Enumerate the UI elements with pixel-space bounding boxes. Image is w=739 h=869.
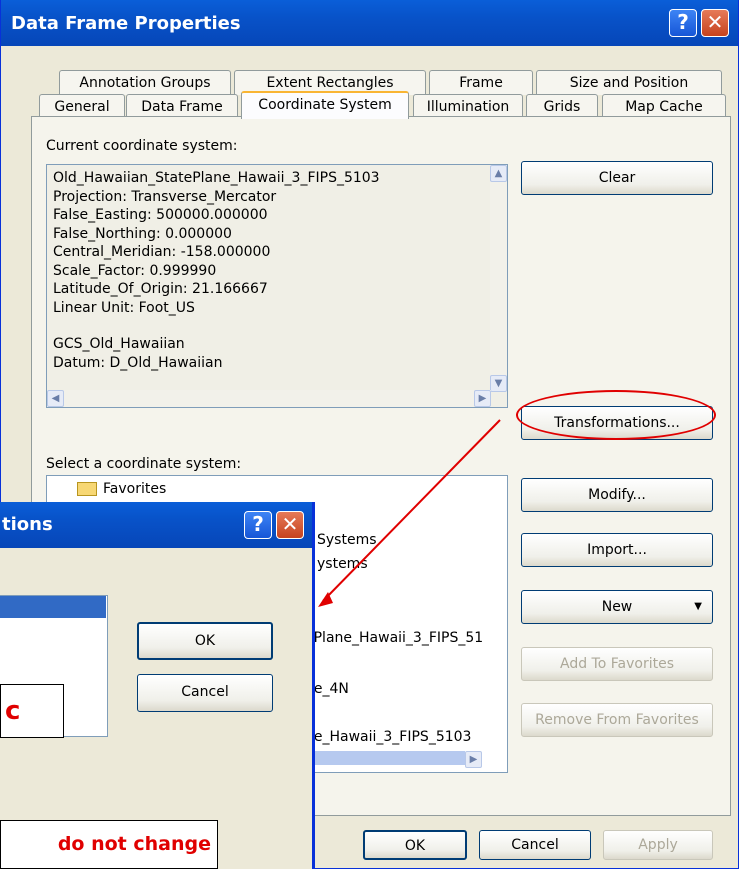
callout-box-c: c <box>0 684 64 738</box>
do-not-change-callout: do not change <box>0 820 218 869</box>
tab-coordinate-system[interactable]: Coordinate System <box>241 91 409 119</box>
annotation-arrow <box>318 419 501 607</box>
